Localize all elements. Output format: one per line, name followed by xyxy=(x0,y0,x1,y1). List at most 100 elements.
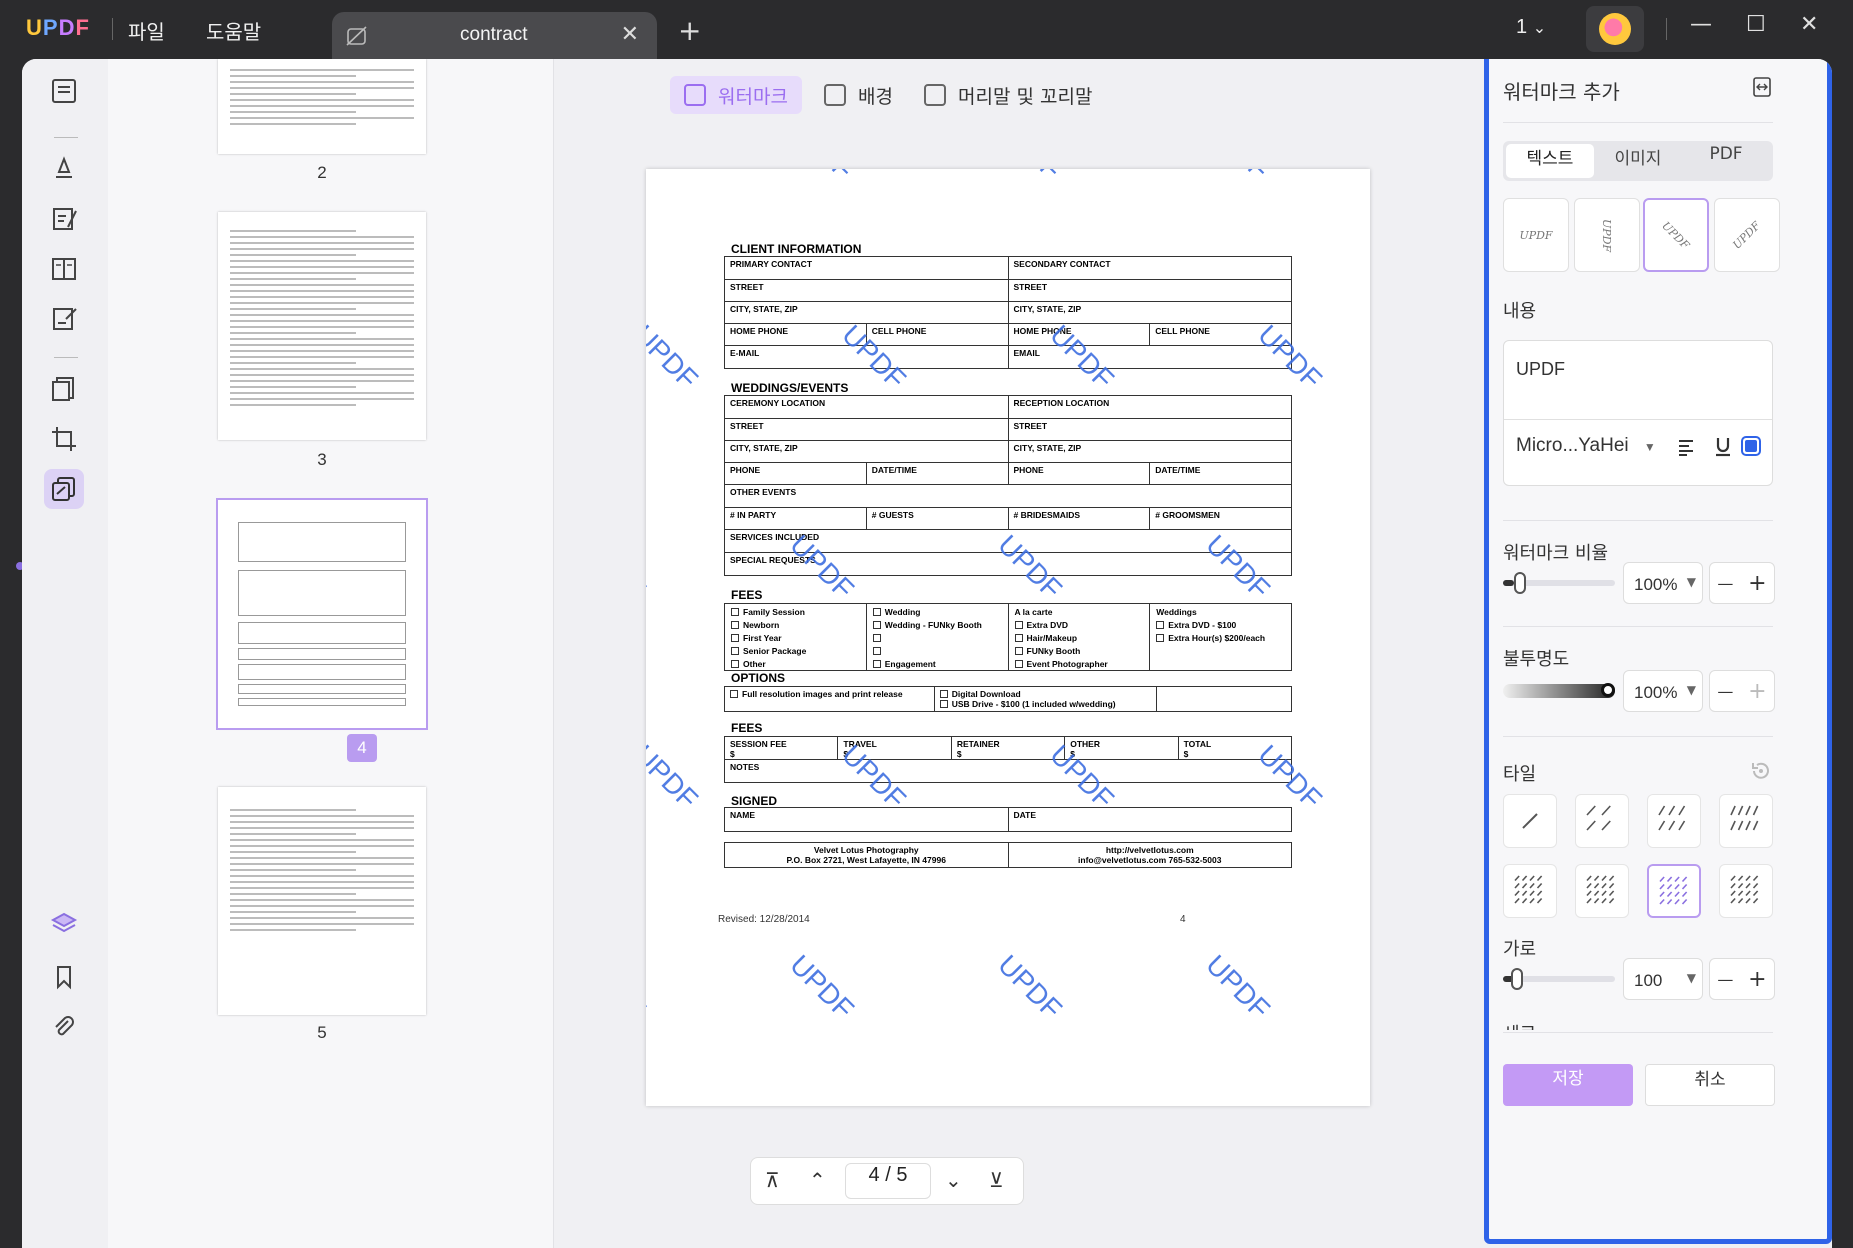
layers-tool[interactable] xyxy=(44,904,84,944)
thumbnail-page-2[interactable] xyxy=(218,59,426,154)
color-picker[interactable] xyxy=(1740,435,1762,461)
horizontal-slider-handle[interactable] xyxy=(1511,968,1523,990)
edit-tool[interactable] xyxy=(44,199,84,239)
style-diagonal-up[interactable]: UPDF xyxy=(1714,198,1780,272)
menu-file[interactable]: 파일 xyxy=(128,16,165,45)
save-button[interactable]: 저장 xyxy=(1503,1064,1633,1106)
fee-option: Wedding xyxy=(884,607,921,617)
background-toolbar-button[interactable]: 배경 xyxy=(810,76,907,114)
reader-tool[interactable] xyxy=(44,71,84,111)
avatar-button[interactable] xyxy=(1586,6,1644,52)
organize-tool[interactable] xyxy=(44,249,84,289)
align-button[interactable] xyxy=(1676,437,1696,461)
layers-icon xyxy=(50,912,78,933)
horizontal-decrease-button[interactable]: — xyxy=(1717,970,1733,989)
vertical-label: 세로 xyxy=(1503,1020,1536,1030)
ratio-stepper: — + xyxy=(1709,562,1775,604)
collapse-panel-button[interactable] xyxy=(1751,76,1773,102)
ratio-value: 100% xyxy=(1634,575,1678,594)
watermark-text: UPDF xyxy=(646,949,652,1025)
opacity-slider-handle[interactable] xyxy=(1601,683,1615,697)
ratio-dropdown[interactable]: 100% ▼ xyxy=(1623,562,1703,604)
tile-option-4[interactable] xyxy=(1719,794,1773,848)
attachment-tool[interactable] xyxy=(44,1007,84,1047)
horizontal-increase-button[interactable]: + xyxy=(1748,967,1766,992)
thumbnail-panel: 2 3 4 5 xyxy=(108,59,554,1248)
content-input[interactable]: UPDF xyxy=(1516,359,1565,380)
option-label: Digital Download xyxy=(951,689,1021,699)
menu-help[interactable]: 도움말 xyxy=(206,16,261,45)
style-diagonal-down[interactable]: UPDF xyxy=(1643,198,1709,272)
opacity-slider[interactable] xyxy=(1503,684,1615,698)
caret-down-icon: ▼ xyxy=(1643,440,1656,454)
minimize-button[interactable]: — xyxy=(1690,12,1712,37)
watermark-toolbar-button[interactable]: 워터마크 xyxy=(670,76,802,114)
thumbnail-page-3[interactable] xyxy=(218,212,426,440)
font-select[interactable]: Micro...YaHei ▼ xyxy=(1516,435,1656,457)
tab-pdf[interactable]: PDF xyxy=(1682,144,1770,178)
convert-tool[interactable] xyxy=(44,369,84,409)
comment-tool[interactable] xyxy=(44,147,84,187)
watermark-tool[interactable] xyxy=(44,469,84,509)
title-bar: UPDF 파일 도움말 contract ✕ + 1 ⌄ — ☐ ✕ xyxy=(0,0,1853,60)
section-title: FEES xyxy=(731,588,763,602)
opacity-decrease-button[interactable]: — xyxy=(1717,682,1733,701)
header-footer-toolbar-button[interactable]: 머리말 및 꼬리말 xyxy=(910,76,1106,114)
watermark-text: UPDF xyxy=(1200,949,1276,1025)
paperclip-icon xyxy=(55,1016,74,1036)
company-info: Velvet Lotus Photography P.O. Box 2721, W… xyxy=(724,842,1292,868)
underline-button[interactable] xyxy=(1712,435,1734,461)
thumbnail-page-5[interactable] xyxy=(218,787,426,1015)
opacity-increase-button[interactable]: + xyxy=(1748,679,1766,704)
tab-image[interactable]: 이미지 xyxy=(1594,144,1682,178)
divider xyxy=(112,18,113,40)
document-tab[interactable]: contract ✕ xyxy=(332,12,657,60)
last-page-icon[interactable]: ⊻ xyxy=(989,1168,1004,1192)
tile-option-3[interactable] xyxy=(1647,794,1701,848)
page-number-input[interactable]: 4 / 5 xyxy=(845,1163,931,1199)
tab-title: contract xyxy=(460,24,528,45)
horizontal-stepper: — + xyxy=(1709,958,1775,1000)
form-tool[interactable] xyxy=(44,299,84,339)
ratio-decrease-button[interactable]: — xyxy=(1717,574,1733,593)
ratio-increase-button[interactable]: + xyxy=(1748,571,1766,596)
tile-pattern-icon xyxy=(1730,875,1759,904)
opacity-dropdown[interactable]: 100% ▼ xyxy=(1623,670,1703,712)
tile-option-2[interactable] xyxy=(1575,794,1629,848)
next-page-icon[interactable]: ⌄ xyxy=(945,1168,962,1192)
tile-option-1[interactable] xyxy=(1503,794,1557,848)
fee-option: Senior Package xyxy=(743,646,807,656)
cancel-button[interactable]: 취소 xyxy=(1645,1064,1775,1106)
company-url: http://velvetlotus.com xyxy=(1105,845,1194,855)
field-label: PHONE xyxy=(1009,463,1151,484)
reset-tile-button[interactable] xyxy=(1749,760,1771,786)
horizontal-dropdown[interactable]: 100 ▼ xyxy=(1623,958,1703,1000)
crop-tool[interactable] xyxy=(44,419,84,459)
thumbnail-page-4[interactable] xyxy=(216,498,428,730)
fill-sign-icon xyxy=(53,308,77,330)
tile-option-5[interactable] xyxy=(1503,864,1557,918)
close-window-button[interactable]: ✕ xyxy=(1800,12,1818,37)
tile-option-7[interactable] xyxy=(1647,864,1701,918)
field-label: SECONDARY CONTACT xyxy=(1013,259,1111,269)
company-address: P.O. Box 2721, West Lafayette, IN 47996 xyxy=(786,855,946,865)
maximize-button[interactable]: ☐ xyxy=(1746,12,1766,37)
close-tab-icon[interactable]: ✕ xyxy=(621,22,639,47)
caret-down-icon: ▼ xyxy=(1686,683,1696,697)
tile-option-6[interactable] xyxy=(1575,864,1629,918)
bookmark-tool[interactable] xyxy=(44,957,84,997)
style-vertical[interactable]: UPDF xyxy=(1574,198,1640,272)
tile-option-8[interactable] xyxy=(1719,864,1773,918)
style-horizontal[interactable]: UPDF xyxy=(1503,198,1569,272)
avatar xyxy=(1599,13,1631,45)
previous-page-icon[interactable]: ⌃ xyxy=(809,1168,826,1192)
ratio-slider-handle[interactable] xyxy=(1514,572,1527,594)
field-label: STREET xyxy=(725,419,1009,440)
page-selector[interactable]: 1 ⌄ xyxy=(1516,16,1546,39)
add-tab-button[interactable]: + xyxy=(678,14,701,47)
tab-text[interactable]: 텍스트 xyxy=(1506,144,1594,178)
first-page-icon[interactable]: ⊼ xyxy=(765,1168,780,1192)
watermark-text: UPDF xyxy=(646,319,704,395)
panel-title: 워터마크 추가 xyxy=(1503,80,1620,104)
fee-option: Family Session xyxy=(743,607,805,617)
